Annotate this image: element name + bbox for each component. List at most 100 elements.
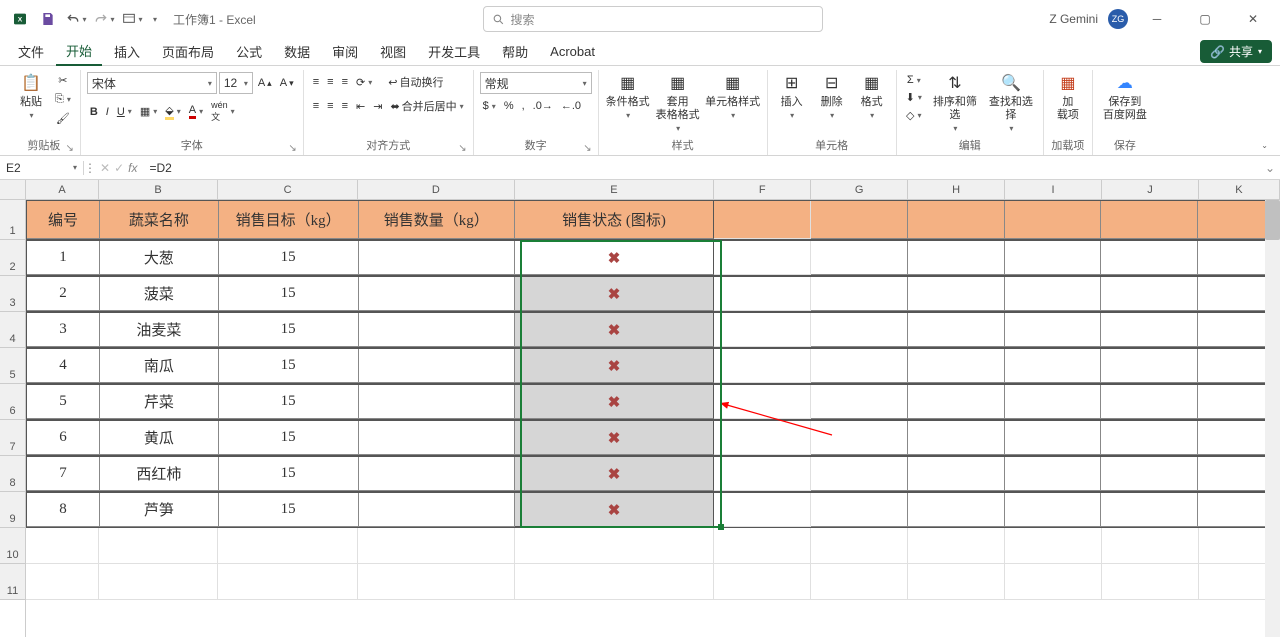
format-painter-icon[interactable]: 🖌 xyxy=(52,110,74,127)
clipboard-launcher-icon[interactable]: ↘ xyxy=(65,143,73,154)
col-header[interactable]: C xyxy=(218,180,358,199)
cell[interactable]: 黄瓜 xyxy=(100,421,218,455)
ribbon-collapse-icon[interactable]: ⌄ xyxy=(1256,133,1272,155)
clear-icon[interactable]: ◇▾ xyxy=(903,107,925,124)
orientation-icon[interactable]: ⟳▾ xyxy=(353,72,375,92)
cell[interactable] xyxy=(1101,349,1198,383)
cell[interactable] xyxy=(1005,385,1102,419)
undo-icon[interactable]: ▾ xyxy=(64,7,88,31)
cell[interactable] xyxy=(26,528,99,564)
cell[interactable]: ✖ xyxy=(515,457,714,491)
cell[interactable] xyxy=(1101,493,1198,527)
cell[interactable]: ✖ xyxy=(515,349,714,383)
cell[interactable]: 编号 xyxy=(27,201,100,239)
phonetic-icon[interactable]: wén文▾ xyxy=(208,98,238,125)
cell[interactable] xyxy=(811,457,908,491)
row-header[interactable]: 10 xyxy=(0,528,25,564)
tab-developer[interactable]: 开发工具 xyxy=(418,38,490,66)
autosum-icon[interactable]: Σ▾ xyxy=(903,72,925,88)
cell[interactable] xyxy=(811,349,908,383)
qat-overflow-icon[interactable]: ▾ xyxy=(149,15,161,24)
fill-color-icon[interactable]: ⬙▾ xyxy=(162,98,183,125)
cell[interactable] xyxy=(515,528,715,564)
align-bottom-icon[interactable]: ≡ xyxy=(339,72,351,92)
cell[interactable]: 8 xyxy=(27,493,100,527)
cell[interactable] xyxy=(811,313,908,347)
tab-insert[interactable]: 插入 xyxy=(104,38,150,66)
cell[interactable]: 销售状态 (图标) xyxy=(515,201,714,239)
user-name[interactable]: Z Gemini xyxy=(1049,12,1098,26)
cell[interactable]: 5 xyxy=(27,385,100,419)
cell[interactable] xyxy=(1005,277,1102,311)
cell[interactable] xyxy=(1005,564,1102,600)
border-icon[interactable]: ▦▾ xyxy=(137,98,160,125)
percent-icon[interactable]: % xyxy=(501,98,517,114)
cell[interactable] xyxy=(714,457,811,491)
cell[interactable] xyxy=(1101,457,1198,491)
cell[interactable] xyxy=(908,277,1005,311)
cell[interactable] xyxy=(908,421,1005,455)
cell[interactable]: 15 xyxy=(219,313,359,347)
name-box[interactable]: E2▾ xyxy=(0,161,84,175)
cell[interactable] xyxy=(99,528,218,564)
cell[interactable] xyxy=(1101,277,1198,311)
fill-icon[interactable]: ⬇▾ xyxy=(903,89,925,106)
col-header[interactable]: J xyxy=(1102,180,1199,199)
cell[interactable] xyxy=(358,528,514,564)
cell[interactable] xyxy=(714,421,811,455)
tab-pagelayout[interactable]: 页面布局 xyxy=(152,38,224,66)
minimize-button[interactable]: ─ xyxy=(1138,5,1176,33)
cell[interactable]: 1 xyxy=(27,241,100,275)
font-name-combo[interactable]: 宋体▾ xyxy=(87,72,217,94)
addins-button[interactable]: ▦加 载项 xyxy=(1050,72,1086,122)
increase-decimal-icon[interactable]: .0→ xyxy=(530,98,556,114)
cell[interactable]: 芹菜 xyxy=(100,385,218,419)
maximize-button[interactable]: ▢ xyxy=(1186,5,1224,33)
cell[interactable] xyxy=(908,201,1005,239)
row-header[interactable]: 9 xyxy=(0,492,25,528)
cancel-formula-icon[interactable]: ✕ xyxy=(100,161,110,175)
cell[interactable]: ✖ xyxy=(515,385,714,419)
cell[interactable] xyxy=(1005,349,1102,383)
cell[interactable]: ✖ xyxy=(515,493,714,527)
decrease-font-icon[interactable]: A▾ xyxy=(277,72,297,94)
cell[interactable] xyxy=(714,349,811,383)
row-header[interactable]: 1 xyxy=(0,200,25,240)
col-header[interactable]: A xyxy=(26,180,99,199)
cell[interactable] xyxy=(908,385,1005,419)
cell[interactable] xyxy=(359,241,515,275)
cell[interactable] xyxy=(1005,241,1102,275)
cell[interactable]: 油麦菜 xyxy=(100,313,218,347)
format-cells-button[interactable]: ▦格式▾ xyxy=(854,72,890,121)
qat-customize-icon[interactable]: ▾ xyxy=(120,7,144,31)
col-header[interactable]: F xyxy=(714,180,811,199)
cell[interactable] xyxy=(811,564,908,600)
cell[interactable] xyxy=(1005,421,1102,455)
share-button[interactable]: 🔗共享▾ xyxy=(1200,40,1272,63)
indent-inc-icon[interactable]: ⇥ xyxy=(370,96,385,116)
cell[interactable] xyxy=(811,201,908,239)
formula-expand-icon[interactable]: ⌄ xyxy=(1260,161,1280,175)
cell[interactable]: 6 xyxy=(27,421,100,455)
save-baidu-button[interactable]: ☁保存到 百度网盘 xyxy=(1099,72,1151,122)
cell[interactable]: 菠菜 xyxy=(100,277,218,311)
cell[interactable]: 西红柿 xyxy=(100,457,218,491)
cell[interactable]: 芦笋 xyxy=(100,493,218,527)
cut-icon[interactable]: ✂ xyxy=(52,72,74,89)
currency-icon[interactable]: $▾ xyxy=(480,98,499,114)
cell[interactable] xyxy=(714,277,811,311)
decrease-decimal-icon[interactable]: ←.0 xyxy=(558,98,584,114)
cell[interactable] xyxy=(359,277,515,311)
format-as-table-button[interactable]: ▦套用 表格格式▾ xyxy=(655,72,701,134)
align-right-icon[interactable]: ≡ xyxy=(339,96,351,116)
cell[interactable] xyxy=(714,493,811,527)
font-size-combo[interactable]: 12▾ xyxy=(219,72,253,94)
cell[interactable] xyxy=(26,564,99,600)
number-launcher-icon[interactable]: ↘ xyxy=(583,143,591,154)
tab-home[interactable]: 开始 xyxy=(56,38,102,66)
tab-formulas[interactable]: 公式 xyxy=(226,38,272,66)
cell[interactable]: ✖ xyxy=(515,313,714,347)
cell[interactable] xyxy=(1102,564,1199,600)
tab-review[interactable]: 审阅 xyxy=(322,38,368,66)
cell[interactable]: ✖ xyxy=(515,241,714,275)
